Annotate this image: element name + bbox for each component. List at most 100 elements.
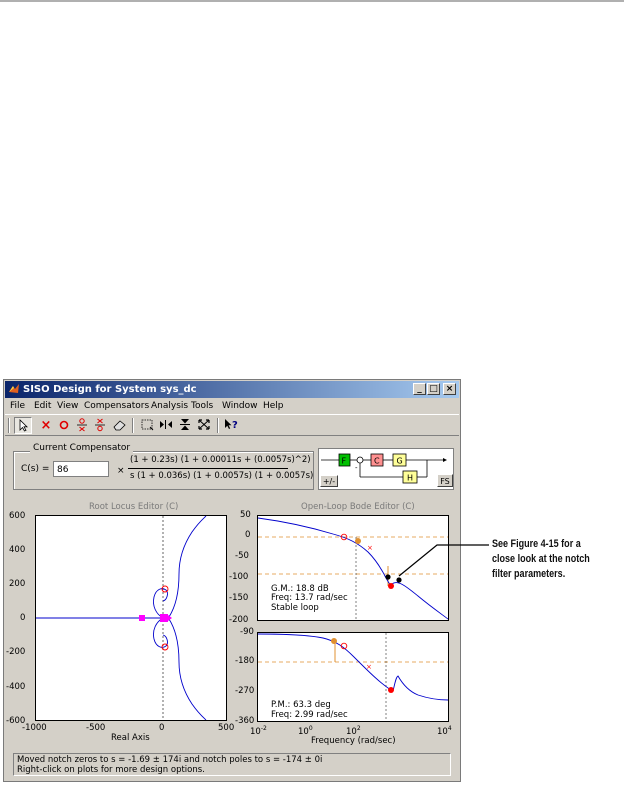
erase-icon[interactable] bbox=[111, 417, 129, 434]
rl-xlabel: Real Axis bbox=[111, 733, 150, 743]
mag-pole-marker[interactable]: × bbox=[367, 544, 373, 552]
compensator-label: C(s) = bbox=[21, 464, 50, 474]
pm-marker[interactable] bbox=[331, 638, 337, 644]
menu-compensators[interactable]: Compensators bbox=[84, 399, 149, 413]
multiply-sign: × bbox=[117, 466, 125, 476]
toolbar-grip bbox=[8, 418, 10, 433]
whats-this-icon[interactable]: ? bbox=[222, 417, 240, 434]
locus-branches bbox=[36, 516, 207, 720]
minimize-button[interactable]: _ bbox=[413, 383, 426, 395]
toolbar: × ? bbox=[5, 414, 459, 436]
menu-view[interactable]: View bbox=[57, 399, 78, 413]
loop-block-f-label: F bbox=[342, 457, 347, 466]
phase-margin-text: P.M.: 63.3 deg bbox=[271, 700, 331, 710]
zoom-x-icon[interactable] bbox=[157, 417, 175, 434]
rl-xtick-0: 0 bbox=[159, 723, 165, 733]
menu-tools[interactable]: Tools bbox=[191, 399, 213, 413]
mag-ytick-minus200: -200 bbox=[229, 615, 249, 625]
page-top-rule bbox=[0, 0, 624, 2]
menu-file[interactable]: File bbox=[10, 399, 25, 413]
freq-xtick-1: 10-2 bbox=[250, 725, 267, 737]
mag-ytick-50: 50 bbox=[240, 510, 251, 520]
rl-ytick-minus400: -400 bbox=[6, 682, 26, 692]
select-arrow-icon[interactable] bbox=[14, 417, 32, 434]
stability-text: Stable loop bbox=[271, 603, 319, 613]
phase-ytick-minus90: -90 bbox=[240, 627, 254, 637]
status-bar: Moved notch zeros to s = -1.69 ± 174i an… bbox=[13, 753, 451, 776]
compensator-denominator[interactable]: s (1 + 0.036s) (1 + 0.0057s) (1 + 0.0057… bbox=[130, 471, 313, 481]
sign-toggle-button[interactable]: +/- bbox=[320, 475, 338, 487]
zoom-y-icon[interactable] bbox=[176, 417, 194, 434]
menu-window[interactable]: Window bbox=[222, 399, 258, 413]
phase-curve bbox=[258, 633, 448, 701]
locus-branch-lower-loop bbox=[153, 617, 168, 648]
add-pole-icon[interactable]: × bbox=[37, 417, 55, 434]
callout-text: See Figure 4-15 for a close look at the … bbox=[492, 538, 590, 580]
rl-ytick-600: 600 bbox=[9, 511, 26, 521]
freq-xtick-4: 104 bbox=[437, 725, 452, 737]
title-bar[interactable]: SISO Design for System sys_dc _ □ × bbox=[5, 381, 459, 398]
rl-ytick-minus200: -200 bbox=[6, 647, 26, 657]
current-compensator-legend: Current Compensator bbox=[30, 443, 134, 453]
menu-edit[interactable]: Edit bbox=[34, 399, 51, 413]
loop-block-c-label: C bbox=[374, 457, 380, 466]
root-locus-plot[interactable] bbox=[35, 515, 227, 721]
loop-minus-sign: - bbox=[355, 464, 358, 472]
root-locus-title: Root Locus Editor (C) bbox=[89, 502, 179, 512]
phase-margin-freq-text: Freq: 2.99 rad/sec bbox=[271, 710, 348, 720]
add-lead-icon[interactable] bbox=[73, 417, 91, 434]
close-button[interactable]: × bbox=[443, 383, 456, 395]
bode-title: Open-Loop Bode Editor (C) bbox=[301, 502, 415, 512]
zoom-xy-icon[interactable] bbox=[138, 417, 156, 434]
locus-branch-upper bbox=[168, 516, 207, 618]
matlab-logo-icon bbox=[9, 384, 19, 393]
menu-help[interactable]: Help bbox=[263, 399, 284, 413]
window-title: SISO Design for System sys_dc bbox=[23, 384, 197, 395]
siso-design-window: SISO Design for System sys_dc _ □ × File… bbox=[3, 379, 461, 782]
add-zero-icon[interactable] bbox=[55, 417, 73, 434]
locus-branch-lower bbox=[168, 618, 207, 720]
loop-block-h-label: H bbox=[407, 474, 413, 483]
crossover-marker[interactable] bbox=[355, 538, 361, 544]
rl-ytick-400: 400 bbox=[9, 545, 26, 555]
rl-xtick-minus1000: -1000 bbox=[22, 723, 47, 733]
phase-pole-marker[interactable]: × bbox=[366, 663, 372, 671]
notch-marker-right[interactable] bbox=[396, 577, 402, 583]
toolbar-separator bbox=[217, 418, 219, 433]
phase-notch-pole[interactable] bbox=[388, 687, 394, 693]
notch-marker-left[interactable] bbox=[385, 574, 391, 580]
rl-ytick-200: 200 bbox=[9, 579, 26, 589]
loop-block-g-label: G bbox=[397, 457, 403, 466]
add-lag-icon[interactable] bbox=[91, 417, 109, 434]
maximize-button[interactable]: □ bbox=[427, 383, 440, 395]
gain-margin-freq-text: Freq: 13.7 rad/sec bbox=[271, 593, 348, 603]
root-locus-svg bbox=[36, 516, 207, 720]
menu-bar: File Edit View Compensators Analysis Too… bbox=[5, 399, 459, 413]
compensator-marker-left[interactable] bbox=[139, 615, 145, 621]
loop-diagram-svg: F C G H - bbox=[321, 453, 447, 484]
mag-ytick-0: 0 bbox=[245, 530, 251, 540]
compensator-marker-origin[interactable] bbox=[160, 614, 168, 622]
mag-ytick-minus100: -100 bbox=[229, 572, 249, 582]
mag-ytick-minus50: -50 bbox=[235, 551, 249, 561]
rl-xtick-500: 500 bbox=[218, 723, 235, 733]
rl-ytick-0: 0 bbox=[20, 613, 26, 623]
bode-xlabel: Frequency (rad/sec) bbox=[311, 736, 396, 746]
feedback-structure-diagram[interactable]: F C G H - bbox=[318, 448, 454, 490]
status-line-2: Right-click on plots for more design opt… bbox=[17, 765, 205, 775]
mag-notch-pole[interactable] bbox=[388, 583, 394, 589]
svg-text:?: ? bbox=[232, 420, 238, 431]
fraction-bar bbox=[128, 468, 288, 469]
status-line-1: Moved notch zeros to s = -1.69 ± 174i an… bbox=[17, 755, 323, 765]
fs-button[interactable]: FS bbox=[437, 474, 453, 487]
menu-analysis[interactable]: Analysis bbox=[151, 399, 188, 413]
toolbar-separator bbox=[132, 418, 134, 433]
locus-branch-upper-loop bbox=[153, 588, 168, 619]
phase-ytick-minus180: -180 bbox=[235, 656, 255, 666]
rl-xtick-minus500: -500 bbox=[86, 723, 106, 733]
compensator-numerator[interactable]: (1 + 0.23s) (1 + 0.00011s + (0.0057s)^2) bbox=[130, 455, 311, 465]
mag-ytick-minus150: -150 bbox=[229, 593, 249, 603]
phase-ytick-minus270: -270 bbox=[235, 686, 255, 696]
compensator-gain-input[interactable]: 86 bbox=[53, 461, 109, 477]
full-view-icon[interactable] bbox=[195, 417, 213, 434]
